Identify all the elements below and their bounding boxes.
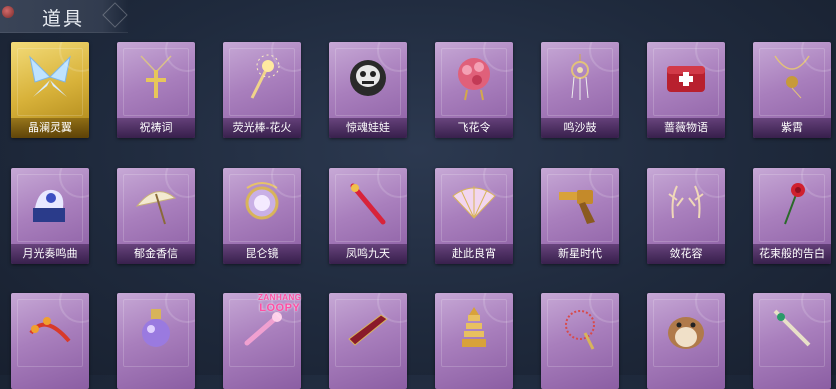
item-label: 惊魂娃娃 — [329, 118, 407, 138]
item-grid: 晶澜灵翼 祝祷词 荧光棒-花火 惊魂娃娃 飞花令 鸣沙鼓 蔷薇物语 紫霄月光奏鸣曲 郁金香信 昆仑… — [0, 0, 836, 389]
item-card[interactable]: 祝祷词 — [117, 42, 195, 138]
item-label: 花束般的告白 — [753, 244, 831, 264]
item-label: 飞花令 — [435, 118, 513, 138]
skull-doll-icon — [350, 60, 386, 96]
item-label: 蔷薇物语 — [647, 118, 725, 138]
mirror-icon — [245, 182, 279, 220]
item-card[interactable]: 蔷薇物语 — [647, 42, 725, 138]
item-card[interactable]: 新星时代 — [541, 168, 619, 264]
item-label: 祝祷词 — [117, 118, 195, 138]
item-card[interactable]: 晶澜灵翼 — [11, 42, 89, 138]
item-label: 敛花容 — [647, 244, 725, 264]
crystal-wings-icon — [29, 55, 71, 97]
item-card[interactable]: 赴此良宵 — [435, 168, 513, 264]
item-card[interactable]: 昆仑镜 — [223, 168, 301, 264]
item-card[interactable]: 荧光棒-花火 — [223, 42, 301, 138]
revolver-icon — [559, 190, 595, 224]
loopy-watermark: ZANHANG LOOPY — [258, 293, 302, 315]
pagoda-icon — [462, 307, 486, 347]
jade-sword-icon — [773, 309, 811, 347]
hamster-icon — [668, 317, 704, 349]
item-card[interactable]: 月光奏鸣曲 — [11, 168, 89, 264]
item-card[interactable]: 花束般的告白 — [753, 168, 831, 264]
item-label: 赴此良宵 — [435, 244, 513, 264]
item-label: 紫霄 — [753, 118, 831, 138]
item-card[interactable]: 凤鸣九天 — [329, 168, 407, 264]
item-label: 鸣沙鼓 — [541, 118, 619, 138]
parasol-icon — [135, 191, 177, 225]
item-label: 凤鸣九天 — [329, 244, 407, 264]
firework-wand-icon — [250, 54, 280, 99]
music-box-icon — [33, 189, 65, 222]
item-card[interactable]: 敛花容 — [647, 168, 725, 264]
rose-icon — [784, 183, 805, 225]
item-label: 晶澜灵翼 — [11, 118, 89, 138]
antler-icon — [668, 185, 704, 219]
potion-bottle-icon — [142, 309, 170, 347]
item-card[interactable]: 飞花令 — [435, 42, 513, 138]
item-label: 月光奏鸣曲 — [11, 244, 89, 264]
fan-icon — [452, 186, 496, 219]
item-card[interactable]: 鸣沙鼓 — [541, 42, 619, 138]
flower-ball-icon — [458, 58, 490, 101]
item-card[interactable]: 惊魂娃娃 — [329, 42, 407, 138]
amulet-icon — [774, 55, 810, 99]
flower-whip-icon — [29, 317, 71, 343]
dreamcatcher-icon — [571, 54, 589, 100]
phoenix-sword-icon — [350, 183, 386, 225]
item-card[interactable]: 郁金香信 — [117, 168, 195, 264]
item-label: 新星时代 — [541, 244, 619, 264]
item-label: 昆仑镜 — [223, 244, 301, 264]
item-card[interactable]: 紫霄 — [753, 42, 831, 138]
item-label: 郁金香信 — [117, 244, 195, 264]
chain-staff-icon — [565, 310, 595, 350]
cross-pendant-icon — [140, 55, 172, 98]
item-label: 荧光棒-花火 — [223, 118, 301, 138]
crimson-blade-icon — [348, 314, 388, 346]
medkit-icon — [667, 66, 705, 92]
